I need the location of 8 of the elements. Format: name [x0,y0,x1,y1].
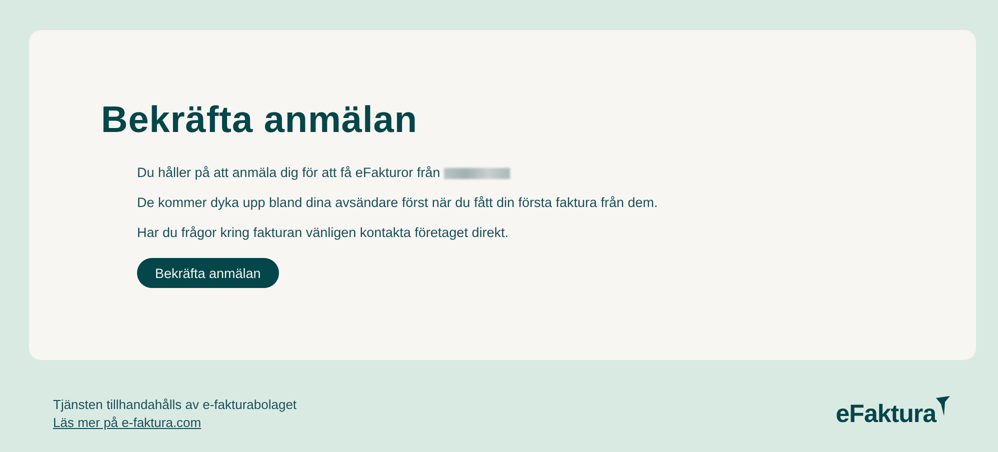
paragraph: Har du frågor kring fakturan vänligen kontakta företaget direkt. [137,224,508,242]
page-title: Bekräfta anmälan [101,98,418,142]
logo-text: eFaktura [836,400,936,428]
confirm-button[interactable]: Bekräfta anmälan [137,258,279,288]
provider-text: Tjänsten tillhandahålls av e-fakturabolaget [53,396,297,414]
read-more-link[interactable]: Läs mer på e-faktura.com [53,414,297,432]
paragraph: De kommer dyka upp bland dina avsändare först när du fått din första faktura från dem. [137,194,658,212]
paragraph: Du håller på att anmäla dig för att få eFakturor från [137,164,440,182]
